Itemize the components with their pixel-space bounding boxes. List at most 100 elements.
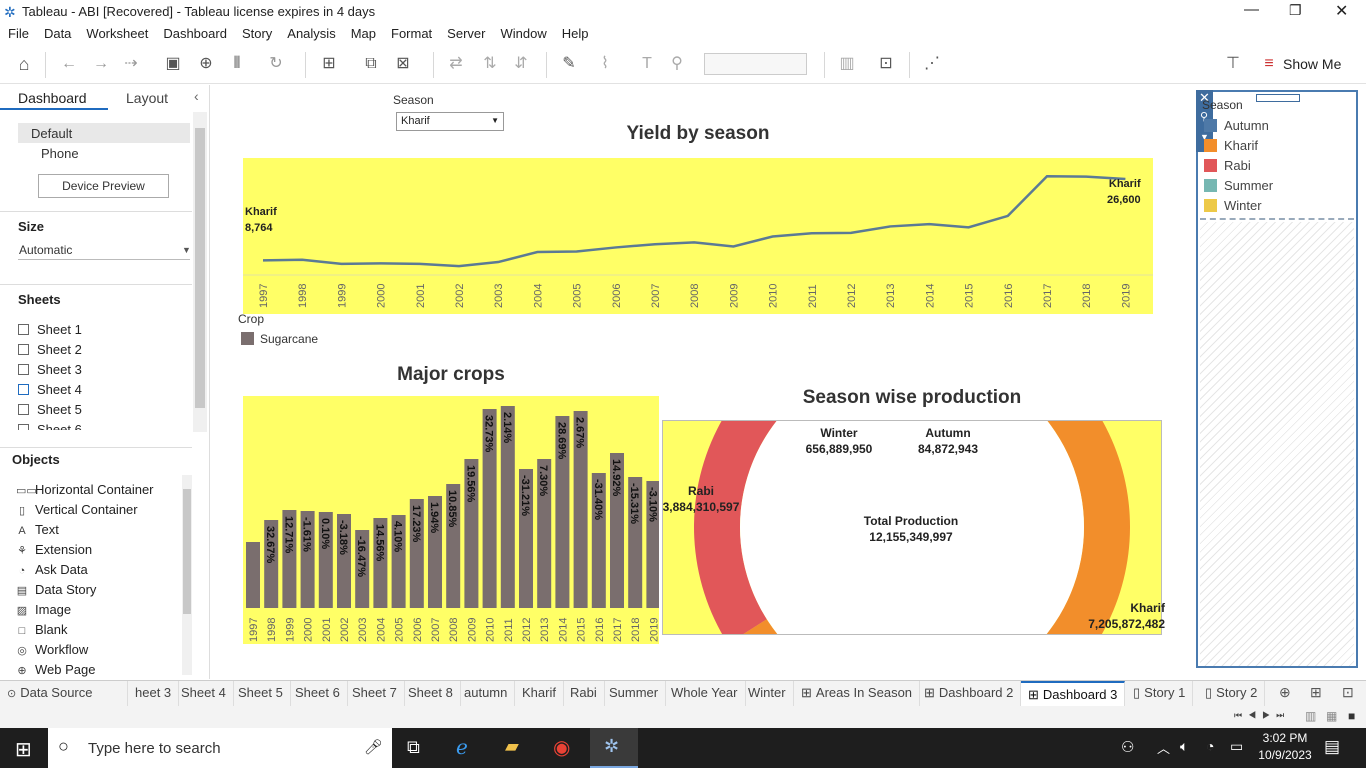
- menu-format[interactable]: Format: [383, 24, 439, 41]
- fit-dropdown[interactable]: [704, 53, 807, 75]
- tab-areas-in-season[interactable]: ⊞ Areas In Season: [794, 681, 921, 707]
- tab-whole-year[interactable]: Whole Year: [664, 681, 746, 707]
- tab-rabi[interactable]: Rabi: [563, 681, 605, 707]
- presentation-icon[interactable]: ⊡: [875, 54, 897, 74]
- sheet-item[interactable]: Sheet 4: [18, 382, 82, 397]
- show-hidden-icons-icon[interactable]: ︿: [1157, 738, 1170, 757]
- tab-sheet-3[interactable]: heet 3: [128, 681, 180, 707]
- filmstrip-icon[interactable]: ▥: [1305, 709, 1316, 723]
- major-crops-bar-chart[interactable]: 1997 32.67% 1998 12.71% 1999 -1.61% 2000 0.10% 2…: [243, 396, 659, 644]
- sheet-item[interactable]: Sheet 1: [18, 322, 82, 337]
- legend-item-autumn[interactable]: Autumn: [1204, 118, 1269, 133]
- replay-icon[interactable]: ⇢: [120, 54, 142, 74]
- home-icon[interactable]: ⌂: [13, 54, 35, 74]
- highlight-icon[interactable]: ✎: [558, 54, 580, 74]
- menu-map[interactable]: Map: [343, 24, 383, 41]
- undo-icon[interactable]: ←: [58, 54, 80, 74]
- taskbar-time[interactable]: 3:02 PM: [1255, 731, 1315, 745]
- sheet-item[interactable]: Sheet 3: [18, 362, 82, 377]
- tab-kharif[interactable]: Kharif: [515, 681, 564, 707]
- device-preview-button[interactable]: Device Preview: [38, 174, 169, 198]
- tab-dashboard-2[interactable]: ⊞ Dashboard 2: [917, 681, 1022, 707]
- size-dropdown[interactable]: Automatic: [19, 243, 72, 257]
- edge-icon[interactable]: ℯ: [456, 735, 468, 760]
- task-view-icon[interactable]: ⧉: [407, 737, 420, 758]
- microphone-icon[interactable]: 🎤︎: [364, 738, 383, 756]
- volume-icon[interactable]: 🔈︎: [1180, 738, 1188, 755]
- legend-item-kharif[interactable]: Kharif: [1204, 138, 1258, 153]
- tab-sheet-7[interactable]: Sheet 7: [345, 681, 405, 707]
- tab-winter[interactable]: Winter: [741, 681, 794, 707]
- tab-sheet-5[interactable]: Sheet 5: [231, 681, 291, 707]
- windows-start-icon[interactable]: ⊞: [15, 737, 32, 762]
- label-icon[interactable]: T: [636, 54, 658, 74]
- object-horizontal-container[interactable]: ▭▭Horizontal Container: [16, 482, 154, 497]
- tab-navigation-icons[interactable]: ⏮◀▶⏭: [1234, 710, 1290, 721]
- device-default[interactable]: Default: [31, 126, 72, 141]
- menu-data[interactable]: Data: [36, 24, 78, 41]
- new-worksheet-icon[interactable]: ⊞: [318, 54, 340, 74]
- tab-story-2[interactable]: ▯ Story 2: [1198, 681, 1266, 707]
- tab-data-source[interactable]: ⊙ Data Source: [0, 681, 128, 707]
- pause-updates-icon[interactable]: ⫴: [226, 54, 248, 74]
- person-icon[interactable]: ⚇: [1121, 738, 1134, 756]
- sheet-item[interactable]: Sheet 5: [18, 402, 82, 417]
- tab-sheet-4[interactable]: Sheet 4: [174, 681, 234, 707]
- object-web-page[interactable]: ⊕ Web Page: [16, 662, 95, 677]
- object-data-story[interactable]: ▤ Data Story: [16, 582, 97, 597]
- object-text[interactable]: A Text: [16, 522, 59, 537]
- new-story-tab-icon[interactable]: ⊡: [1342, 684, 1354, 701]
- show-cards-icon[interactable]: ▥: [836, 54, 858, 74]
- tab-summer[interactable]: Summer: [602, 681, 667, 707]
- tableau-taskbar-button[interactable]: ✲: [590, 728, 638, 768]
- menu-analysis[interactable]: Analysis: [279, 24, 342, 41]
- collapse-pane-icon[interactable]: ‹: [194, 88, 199, 104]
- battery-icon[interactable]: ▭: [1230, 738, 1243, 755]
- duplicate-icon[interactable]: ⧉: [360, 54, 382, 74]
- tab-autumn[interactable]: autumn: [457, 681, 516, 707]
- object-ask-data[interactable]: ◔ Ask Data: [16, 562, 88, 577]
- clear-sheet-icon[interactable]: ⊠: [392, 54, 414, 74]
- new-datasource-icon[interactable]: ⊕: [195, 54, 217, 74]
- tab-view-icon[interactable]: ■: [1348, 709, 1355, 723]
- menu-server[interactable]: Server: [439, 24, 492, 41]
- show-me-button[interactable]: Show Me: [1283, 56, 1341, 72]
- sort-desc-icon[interactable]: ⇵: [510, 54, 532, 74]
- menu-worksheet[interactable]: Worksheet: [78, 24, 155, 41]
- chrome-icon[interactable]: ◉: [553, 735, 570, 760]
- redo-icon[interactable]: →: [90, 54, 112, 74]
- menu-story[interactable]: Story: [234, 24, 279, 41]
- file-explorer-icon[interactable]: ▰: [505, 736, 519, 757]
- size-dropdown-arrow-icon[interactable]: ▼: [182, 245, 191, 255]
- yield-line-chart[interactable]: 1997 1998 1999 2000 2001 2002 2003 2004 2005 2006…: [243, 158, 1153, 314]
- group-icon[interactable]: ⌇: [594, 54, 616, 74]
- notifications-icon[interactable]: ▤: [1324, 737, 1340, 757]
- grid-view-icon[interactable]: ▦: [1326, 709, 1337, 723]
- device-phone[interactable]: Phone: [41, 146, 79, 161]
- scrollbar[interactable]: [193, 112, 207, 432]
- legend-item-winter[interactable]: Winter: [1204, 198, 1262, 213]
- save-icon[interactable]: ▣: [162, 54, 184, 74]
- menu-dashboard[interactable]: Dashboard: [155, 24, 234, 41]
- sort-asc-icon[interactable]: ⇅: [479, 54, 501, 74]
- object-extension[interactable]: ⚘ Extension: [16, 542, 92, 557]
- minimize-icon[interactable]: —: [1244, 1, 1259, 18]
- tab-story-1[interactable]: ▯ Story 1: [1126, 681, 1194, 707]
- object-vertical-container[interactable]: ▯ Vertical Container: [16, 502, 138, 517]
- tab-sheet-6[interactable]: Sheet 6: [288, 681, 348, 707]
- taskbar-date[interactable]: 10/9/2023: [1255, 748, 1315, 762]
- object-blank[interactable]: □ Blank: [16, 622, 68, 637]
- close-icon[interactable]: ✕: [1335, 1, 1348, 21]
- taskbar-search-box[interactable]: ○ Type here to search 🎤︎: [48, 728, 392, 768]
- share-icon[interactable]: ⋰: [921, 54, 943, 74]
- object-workflow[interactable]: ◎ Workflow: [16, 642, 88, 657]
- legend-item-summer[interactable]: Summer: [1204, 178, 1273, 193]
- tab-sheet-8[interactable]: Sheet 8: [401, 681, 461, 707]
- menu-file[interactable]: File: [0, 24, 36, 41]
- format-painter-icon[interactable]: ⊤: [1222, 54, 1244, 74]
- crop-legend-item[interactable]: Sugarcane: [260, 332, 318, 346]
- drag-handle[interactable]: [1256, 94, 1300, 102]
- tab-dashboard[interactable]: Dashboard: [18, 90, 87, 106]
- tab-dashboard-3[interactable]: ⊞ Dashboard 3: [1021, 681, 1126, 707]
- objects-scrollbar[interactable]: [182, 475, 192, 675]
